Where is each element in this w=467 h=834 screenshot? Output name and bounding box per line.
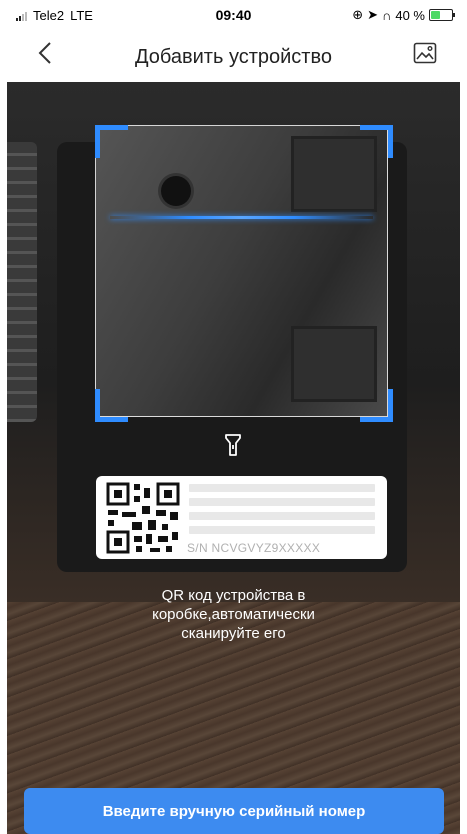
- scan-line: [110, 216, 373, 219]
- location-icon: ➤: [367, 7, 379, 22]
- frame-corner-top-right: [360, 125, 393, 158]
- frame-content: [161, 176, 191, 206]
- battery-percent: 40 %: [395, 7, 425, 23]
- hint-line: сканируйте его: [181, 625, 286, 642]
- battery-charging-icon: [429, 9, 455, 21]
- frame-corner-top-left: [95, 125, 128, 158]
- qr-code-icon: [106, 482, 180, 554]
- hint-line: коробке,автоматически: [152, 606, 315, 623]
- scan-frame: [95, 125, 388, 417]
- image-gallery-icon[interactable]: [413, 42, 437, 69]
- rotation-lock-icon: ⊕: [352, 7, 364, 22]
- page-title: Добавить устройство: [135, 46, 332, 68]
- background-object: [7, 142, 37, 422]
- manual-serial-entry-button[interactable]: Введите вручную серийный номер: [24, 788, 444, 834]
- frame-corner-bottom-left: [95, 389, 128, 422]
- hint-line: QR код устройства в: [161, 587, 306, 604]
- sample-label-card: S/N NCVGVYZ9XXXXX: [96, 476, 387, 559]
- scan-hint: QR код устройства в коробке,автоматическ…: [0, 586, 467, 643]
- status-bar: Tele2 LTE 09:40 ⊕ ➤ ∩ 40 %: [0, 0, 467, 30]
- frame-corner-bottom-right: [360, 389, 393, 422]
- flashlight-icon[interactable]: [223, 433, 243, 462]
- headphones-icon: ∩: [382, 7, 392, 23]
- nav-bar: Добавить устройство: [0, 30, 467, 82]
- status-right: ⊕ ➤ ∩ 40 %: [352, 7, 455, 23]
- serial-number-sample: S/N NCVGVYZ9XXXXX: [187, 541, 321, 555]
- placeholder-lines: [189, 484, 375, 540]
